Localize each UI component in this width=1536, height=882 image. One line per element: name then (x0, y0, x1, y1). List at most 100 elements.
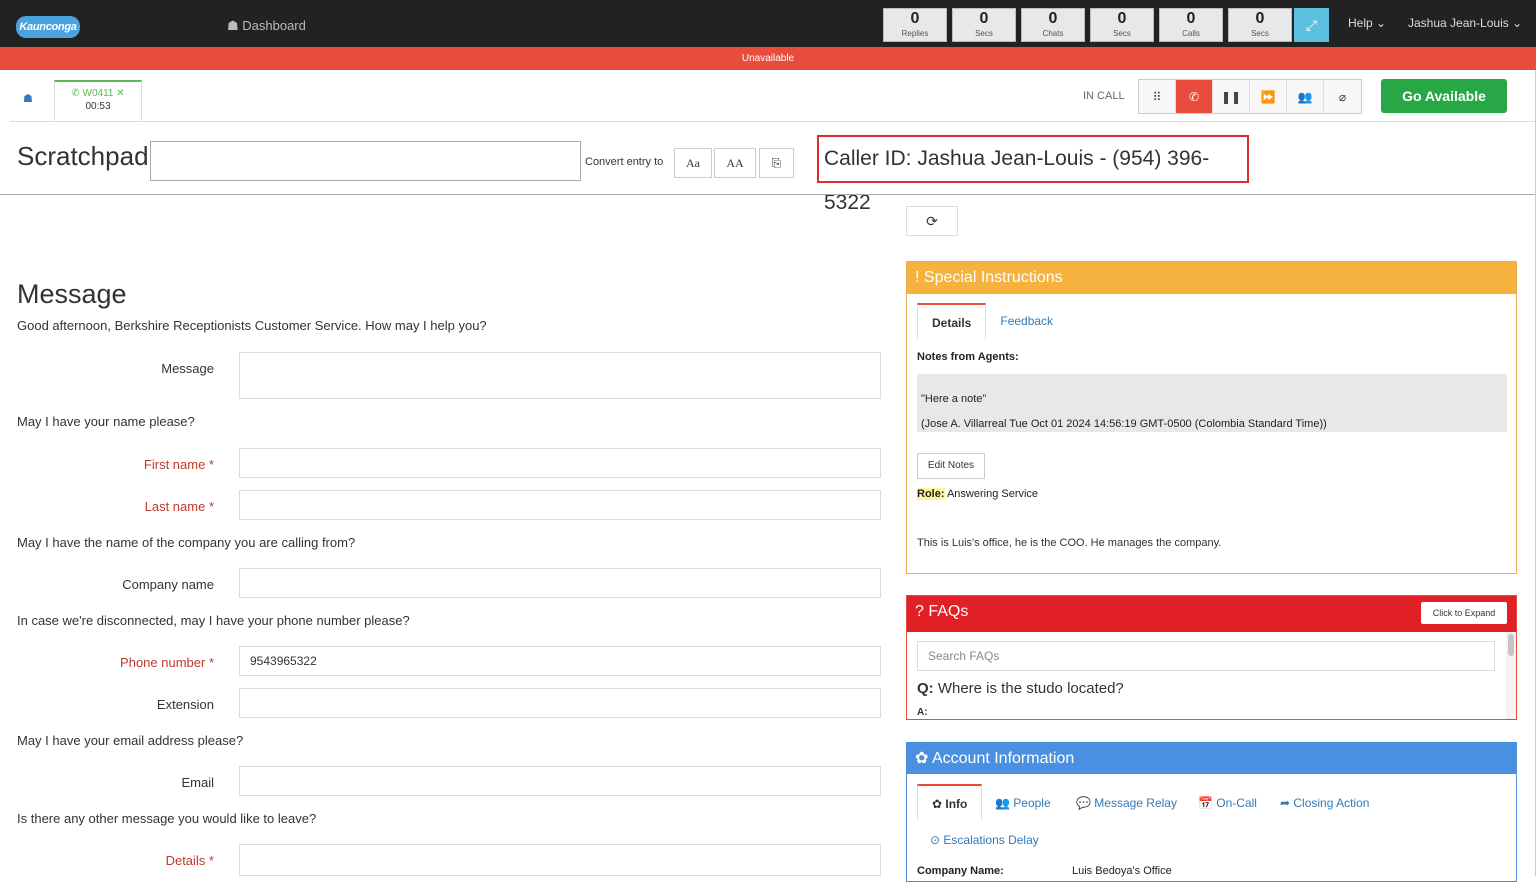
counter-calls: 0 Calls (1159, 8, 1223, 42)
home-icon[interactable]: ☗ (23, 92, 33, 105)
phone-hangup-icon: ✆ (1188, 89, 1200, 104)
counter-label: Replies (901, 29, 929, 38)
counter-chats-secs: 0 Secs (1090, 8, 1154, 42)
refresh-icon: ⟳ (926, 212, 938, 229)
mute-button[interactable]: ⌀ (1324, 80, 1361, 113)
faq-scrollbar[interactable] (1506, 632, 1516, 719)
first-name-label: First name * (143, 457, 214, 472)
faq-search-input[interactable]: Search FAQs (917, 641, 1495, 671)
active-call-tab[interactable]: ✆ W0411 ✕ 00:53 (54, 80, 142, 122)
forward-icon: ⏩ (1260, 89, 1276, 104)
company-name-field-label: Company Name: (917, 865, 1004, 877)
call-timer: 00:53 (85, 101, 111, 112)
hold-button[interactable]: ❚❚ (1213, 80, 1250, 113)
counter-label: Secs (975, 29, 993, 38)
email-input[interactable] (239, 766, 881, 796)
script-ask-company: May I have the name of the company you a… (17, 535, 356, 550)
script-ask-email: May I have your email address please? (17, 733, 244, 748)
tab-escalations-delay[interactable]: ⊙ Escalations Delay (930, 833, 1039, 847)
scratchpad-textarea[interactable] (150, 141, 581, 181)
user-menu[interactable]: Jashua Jean-Louis ⌄ (1408, 16, 1522, 30)
faq-question: Q: Where is the studo located? (917, 680, 1124, 697)
conference-button[interactable]: 👥 (1287, 80, 1324, 113)
divider (0, 194, 1536, 195)
divider (10, 121, 1536, 122)
faqs-panel: ? FAQs Click to Expand Search FAQs Q: Wh… (906, 595, 1517, 720)
brand-logo[interactable]: Kaunconga (16, 16, 80, 38)
counter-replies-secs: 0 Secs (952, 8, 1016, 42)
special-instructions-tabs: Details Feedback (917, 303, 1067, 339)
scrollbar-thumb[interactable] (1508, 634, 1514, 656)
notes-heading: Notes from Agents: (917, 351, 1019, 363)
message-textarea[interactable] (239, 352, 881, 399)
tab-details[interactable]: Details (917, 303, 987, 339)
nav-dashboard-link[interactable]: ☗ Dashboard (227, 18, 306, 34)
counter-replies: 0 Replies (883, 8, 947, 42)
script-ask-other: Is there any other message you would lik… (17, 811, 317, 826)
clipboard-icon: ⎘ (771, 155, 782, 170)
help-menu[interactable]: Help ⌄ (1348, 16, 1386, 30)
counter-value: 0 (979, 10, 989, 27)
message-section-title: Message (17, 279, 127, 309)
convert-entry-label: Convert entry to (585, 156, 664, 168)
tab-on-call[interactable]: 📅 On-Call (1198, 796, 1257, 810)
counter-value: 0 (1117, 10, 1127, 27)
counter-value: 0 (1048, 10, 1058, 27)
dialpad-button[interactable]: ⠿ (1139, 80, 1176, 113)
note-meta: (Jose A. Villarreal Tue Oct 01 2024 14:5… (921, 418, 1327, 430)
script-ask-name: May I have your name please? (17, 414, 195, 429)
stats-counters: 0 Replies 0 Secs 0 Chats 0 Secs 0 Calls 0 Secs (883, 8, 1292, 42)
tab-closing-action[interactable]: ➦ Closing Action (1280, 796, 1369, 810)
special-instructions-panel: ! Special Instructions Details Feedback … (906, 261, 1517, 574)
note-text: "Here a note" (921, 393, 987, 405)
company-name-input[interactable] (239, 568, 881, 598)
script-greeting: Good afternoon, Berkshire Receptionists … (17, 318, 487, 333)
tab-people[interactable]: 👥 People (995, 796, 1051, 810)
account-information-panel: ✿ Account Information ✿ Info 👥 People 💬 … (906, 742, 1517, 882)
pause-icon: ❚❚ (1220, 89, 1242, 104)
call-controls: ⠿ ✆ ❚❚ ⏩ 👥 ⌀ (1138, 79, 1362, 114)
caller-id-display: Caller ID: Jashua Jean-Louis - (954) 396… (817, 135, 1249, 214)
role-label: Role: (917, 488, 945, 500)
faq-expand-button[interactable]: Click to Expand (1421, 602, 1507, 624)
counter-value: 0 (1186, 10, 1196, 27)
go-available-button[interactable]: Go Available (1381, 79, 1507, 113)
role-line: Role: Answering Service (917, 488, 1038, 500)
call-tab-id: W0411 ✕ (82, 88, 125, 99)
last-name-input[interactable] (239, 490, 881, 520)
account-tabs: ✿ Info (917, 784, 983, 820)
tab-info[interactable]: ✿ Info (917, 784, 983, 820)
phone-number-input[interactable]: 9543965322 (239, 646, 881, 676)
counter-value: 0 (1255, 10, 1265, 27)
hangup-button[interactable]: ✆ (1176, 80, 1213, 113)
dialpad-icon: ⠿ (1152, 89, 1162, 104)
mic-slash-icon: ⌀ (1338, 89, 1347, 104)
extension-input[interactable] (239, 688, 881, 718)
account-information-header: ✿ Account Information (907, 743, 1516, 774)
transfer-button[interactable]: ⏩ (1250, 80, 1287, 113)
copy-to-clipboard-button[interactable]: ⎘ (759, 148, 794, 178)
convert-uppercase-button[interactable]: AA (714, 148, 756, 178)
special-instructions-header: ! Special Instructions (907, 262, 1516, 294)
role-value: Answering Service (944, 488, 1039, 500)
faq-q-text: Where is the studo located? (933, 680, 1124, 697)
refresh-button[interactable]: ⟳ (906, 206, 958, 236)
fullscreen-expand-button[interactable]: ⤢ (1294, 8, 1329, 42)
last-name-label: Last name * (144, 499, 214, 514)
edit-notes-button[interactable]: Edit Notes (917, 453, 985, 479)
phone-icon: ✆ (71, 88, 80, 99)
faq-answer-label: A: (917, 707, 928, 718)
details-textarea[interactable] (239, 844, 881, 876)
company-name-label: Company name (122, 577, 214, 592)
counter-label: Secs (1113, 29, 1131, 38)
first-name-input[interactable] (239, 448, 881, 478)
tab-message-relay[interactable]: 💬 Message Relay (1076, 796, 1177, 810)
faq-q-label: Q: (917, 680, 934, 697)
extension-label: Extension (156, 697, 214, 712)
convert-titlecase-button[interactable]: Aa (674, 148, 712, 178)
status-banner: Unavailable (0, 47, 1536, 70)
counter-calls-secs: 0 Secs (1228, 8, 1292, 42)
tab-feedback[interactable]: Feedback (986, 303, 1067, 339)
top-navbar: Kaunconga ☗ Dashboard 0 Replies 0 Secs 0 Ch… (0, 0, 1536, 47)
script-ask-phone: In case we're disconnected, may I have y… (17, 613, 410, 628)
